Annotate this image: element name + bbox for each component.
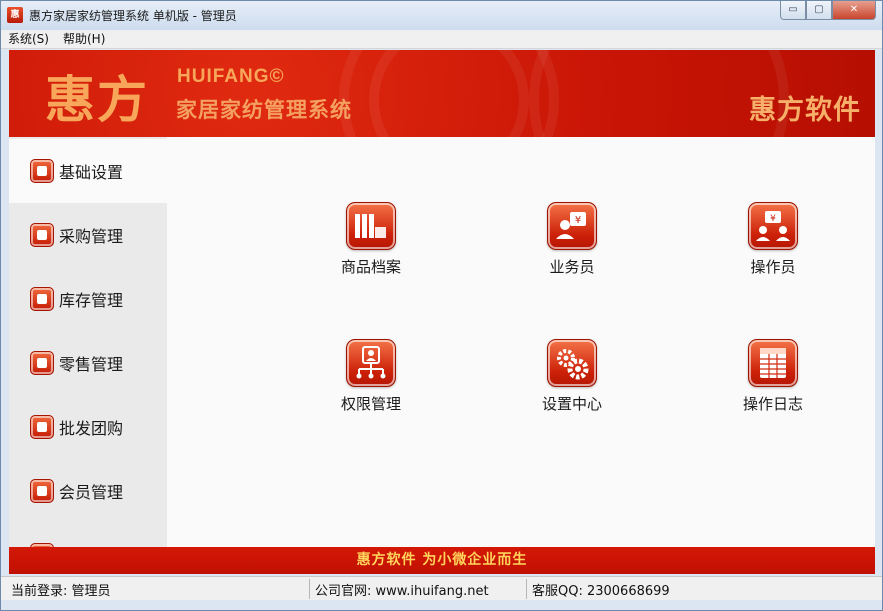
permission-button[interactable]: 权限管理 — [306, 339, 436, 439]
permission-label: 权限管理 — [340, 395, 401, 413]
main-content: 基础设置 采购管理 库存管理 零售管理 批发团购 会员管理 商品档案 ¥ 业务员… — [9, 137, 875, 547]
operation-log-icon — [748, 339, 798, 387]
status-divider — [526, 579, 527, 599]
app-window: 惠 惠方家居家纺管理系统 单机版 - 管理员 ▭ ▢ ✕ 系统(S) 帮助(H)… — [0, 0, 883, 611]
permission-icon — [346, 339, 396, 387]
retail-icon — [30, 351, 54, 375]
sidebar-item-basic-settings[interactable]: 基础设置 — [9, 139, 167, 203]
sidebar-item-retail[interactable]: 零售管理 — [9, 331, 167, 395]
menu-system[interactable]: 系统(S) — [1, 30, 56, 48]
window-title: 惠方家居家纺管理系统 单机版 - 管理员 — [29, 9, 237, 23]
sidebar-item-label: 库存管理 — [59, 291, 124, 310]
operation-log-label: 操作日志 — [742, 395, 803, 413]
product-archive-icon — [346, 202, 396, 250]
settings-center-icon — [547, 339, 597, 387]
operator-icon: ¥ — [748, 202, 798, 250]
banner-decoration — [369, 50, 529, 137]
window-controls: ▭ ▢ ✕ — [780, 1, 876, 21]
menu-bar: 系统(S) 帮助(H) — [1, 30, 882, 49]
app-logo-icon: 惠 — [7, 7, 23, 23]
sidebar-item-label: 批发团购 — [59, 419, 124, 438]
sidebar-item-label: 会员管理 — [59, 483, 124, 502]
header-banner: 惠方 HUIFANG© 家居家纺管理系统 惠方软件 — [9, 50, 875, 137]
logo-chinese: 惠方 — [45, 70, 149, 129]
svg-text:¥: ¥ — [575, 215, 581, 226]
basic-settings-icon — [30, 159, 54, 183]
settings-center-button[interactable]: 设置中心 — [507, 339, 637, 439]
member-icon — [30, 479, 54, 503]
sidebar-item-wholesale[interactable]: 批发团购 — [9, 395, 167, 459]
sidebar-item-purchase[interactable]: 采购管理 — [9, 203, 167, 267]
inventory-icon — [30, 287, 54, 311]
wholesale-icon — [30, 415, 54, 439]
title-bar: 惠 惠方家居家纺管理系统 单机版 - 管理员 ▭ ▢ ✕ — [1, 1, 882, 30]
sidebar-item-label: 基础设置 — [59, 163, 124, 182]
operator-button[interactable]: ¥ 操作员 — [708, 202, 838, 302]
minimize-button[interactable]: ▭ — [780, 1, 806, 20]
system-subtitle: 家居家纺管理系统 — [176, 98, 352, 122]
svg-text:¥: ¥ — [770, 214, 776, 224]
brand-name: 惠方软件 — [749, 95, 861, 126]
sidebar: 基础设置 采购管理 库存管理 零售管理 批发团购 会员管理 — [9, 137, 167, 547]
sidebar-item-label: 采购管理 — [59, 227, 124, 246]
status-divider — [309, 579, 310, 599]
slogan-banner: 惠方软件 为小微企业而生 — [9, 547, 875, 574]
sidebar-item-inventory[interactable]: 库存管理 — [9, 267, 167, 331]
sidebar-item-member[interactable]: 会员管理 — [9, 459, 167, 523]
salesperson-icon: ¥ — [547, 202, 597, 250]
sidebar-item-label: 零售管理 — [59, 355, 124, 374]
operation-log-button[interactable]: 操作日志 — [708, 339, 838, 439]
salesperson-button[interactable]: ¥ 业务员 — [507, 202, 637, 302]
close-button[interactable]: ✕ — [832, 1, 876, 20]
maximize-button[interactable]: ▢ — [806, 1, 832, 20]
menu-help[interactable]: 帮助(H) — [56, 30, 112, 48]
slogan-text: 惠方软件 为小微企业而生 — [356, 552, 528, 568]
status-login: 当前登录: 管理员 — [11, 584, 111, 599]
logo-english: HUIFANG© — [177, 66, 285, 87]
status-website: 公司官网: www.ihuifang.net — [315, 584, 489, 599]
salesperson-label: 业务员 — [549, 258, 595, 276]
product-archive-label: 商品档案 — [340, 258, 401, 276]
status-bar: 当前登录: 管理员 公司官网: www.ihuifang.net 客服QQ: 2… — [1, 576, 882, 600]
status-qq: 客服QQ: 2300668699 — [532, 584, 670, 599]
operator-label: 操作员 — [750, 258, 796, 276]
window-frame-bottom — [1, 600, 882, 610]
product-archive-button[interactable]: 商品档案 — [306, 202, 436, 302]
sidebar-item-more[interactable] — [9, 523, 167, 547]
purchase-icon — [30, 223, 54, 247]
settings-center-label: 设置中心 — [541, 395, 602, 413]
